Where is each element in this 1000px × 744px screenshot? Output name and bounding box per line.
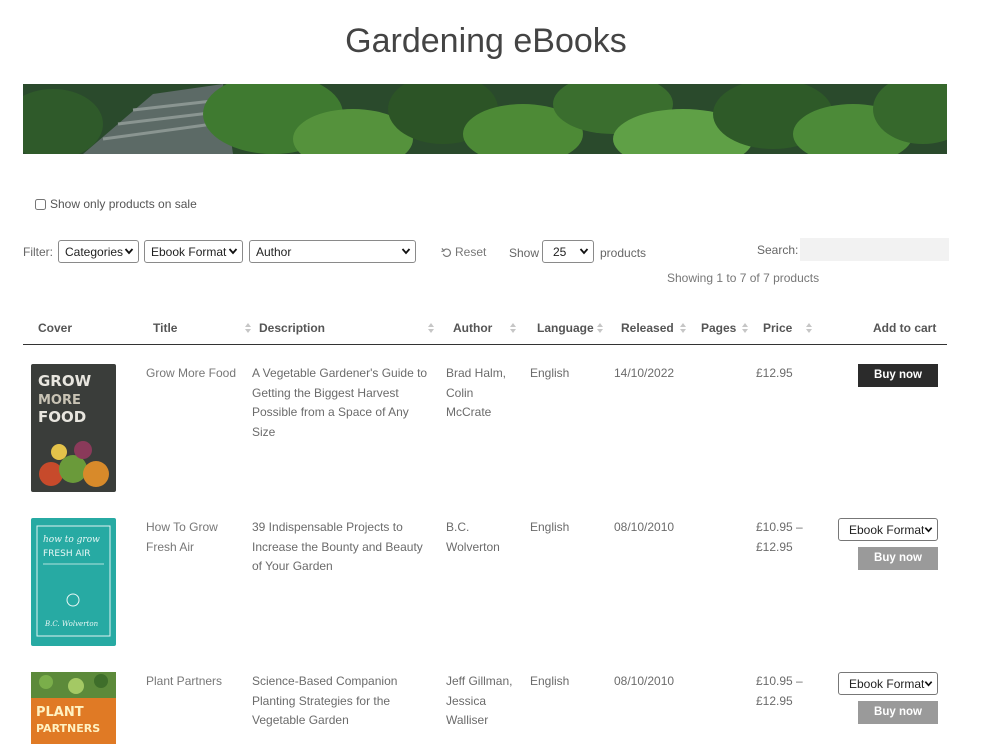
product-title-link[interactable]: Grow More Food [146,364,241,384]
categories-select-value: Categories [65,245,124,259]
sale-checkbox[interactable] [35,198,46,210]
sort-icon [742,322,749,334]
svg-text:B.C. Wolverton: B.C. Wolverton [44,620,99,628]
chevron-down-icon [579,248,589,255]
sort-icon [679,322,687,334]
sort-icon [510,322,517,334]
chevron-down-icon [924,681,933,687]
product-author[interactable]: B.C. Wolverton [446,518,508,557]
buy-now-button[interactable]: Buy now [858,547,938,570]
author-select[interactable]: Author [249,240,416,263]
table-row: how to grow FRESH AIR B.C. Wolverton How… [23,499,947,653]
product-description: 39 Indispensable Projects to Increase th… [252,520,423,573]
book-cover-image: GROW MORE FOOD [31,364,116,492]
table-row: PLANT PARTNERS Plant Partners Science-Ba… [23,653,947,744]
reset-label: Reset [455,245,487,259]
table-row: GROW MORE FOOD Grow More Food A Vegetabl… [23,345,947,499]
svg-text:PARTNERS: PARTNERS [36,722,100,735]
svg-text:FOOD: FOOD [38,408,86,426]
row-format-value: Ebook Format [849,523,925,537]
product-language: English [530,520,570,534]
sort-icon [428,322,435,334]
table-header: Cover Title Description Author Language … [23,315,947,345]
sort-icon [245,322,252,334]
row-format-select[interactable]: Ebook Format [838,518,938,541]
reset-button[interactable]: Reset [441,245,486,259]
reset-icon [441,247,452,257]
product-description: Science-Based Companion Planting Strateg… [252,674,398,727]
product-price: £12.95 [756,366,793,380]
product-author[interactable]: Jeff Gillman, Jessica Walliser [446,672,518,731]
search-label: Search: [757,243,799,257]
product-released: 08/10/2010 [614,674,675,688]
categories-select[interactable]: Categories [58,240,139,263]
filter-bar: Filter: Categories Ebook Format Author R… [23,238,949,264]
row-format-value: Ebook Format [849,677,925,691]
column-header-cover: Cover [38,321,73,335]
product-language: English [530,366,570,380]
chevron-down-icon [924,527,933,533]
chevron-down-icon [401,248,411,255]
column-header-author[interactable]: Author [453,321,517,335]
format-select[interactable]: Ebook Format [144,240,243,263]
book-cover-image: PLANT PARTNERS [31,672,116,744]
buy-now-button[interactable]: Buy now [858,701,938,724]
filter-label: Filter: [23,245,53,259]
book-cover-image: how to grow FRESH AIR B.C. Wolverton [31,518,116,646]
cover-text: GROW [38,372,92,390]
buy-now-button[interactable]: Buy now [858,364,938,387]
column-header-title[interactable]: Title [153,321,252,335]
column-header-description[interactable]: Description [259,321,435,335]
show-label: Show [509,246,540,260]
page-size-value: 25 [553,245,567,259]
product-description: A Vegetable Gardener's Guide to Getting … [252,366,428,439]
sort-icon [806,322,813,334]
format-select-value: Ebook Format [151,245,227,259]
product-author[interactable]: Brad Halm, Colin McCrate [446,364,518,423]
svg-text:how to grow: how to grow [43,535,100,545]
product-language: English [530,674,570,688]
svg-text:MORE: MORE [38,393,81,408]
row-format-select[interactable]: Ebook Format [838,672,938,695]
banner-image [23,84,947,154]
product-price: £10.95 – £12.95 [756,674,803,708]
page-title: Gardening eBooks [345,22,627,60]
sale-filter-label: Show only products on sale [50,197,197,211]
sort-icon [596,322,604,334]
product-title-link[interactable]: How To Grow Fresh Air [146,518,221,557]
chevron-down-icon [124,248,134,255]
column-header-released[interactable]: Released [621,321,687,335]
svg-text:FRESH AIR: FRESH AIR [43,549,91,559]
garden-banner-illustration [23,84,947,154]
product-title-link[interactable]: Plant Partners [146,672,241,692]
search-input[interactable] [800,238,949,261]
products-label: products [600,246,647,260]
column-header-add-to-cart: Add to cart [873,321,937,335]
author-select-value: Author [256,245,292,259]
page-size-select[interactable]: 25 [542,240,594,263]
results-summary: Showing 1 to 7 of 7 products [667,271,820,285]
column-header-price[interactable]: Price [763,321,813,335]
column-header-language[interactable]: Language [537,321,604,335]
sale-filter[interactable]: Show only products on sale [35,197,197,211]
product-price: £10.95 – £12.95 [756,520,803,554]
product-released: 08/10/2010 [614,520,675,534]
svg-text:PLANT: PLANT [36,705,84,720]
column-header-pages[interactable]: Pages [701,321,749,335]
product-released: 14/10/2022 [614,366,675,380]
chevron-down-icon [228,248,238,255]
